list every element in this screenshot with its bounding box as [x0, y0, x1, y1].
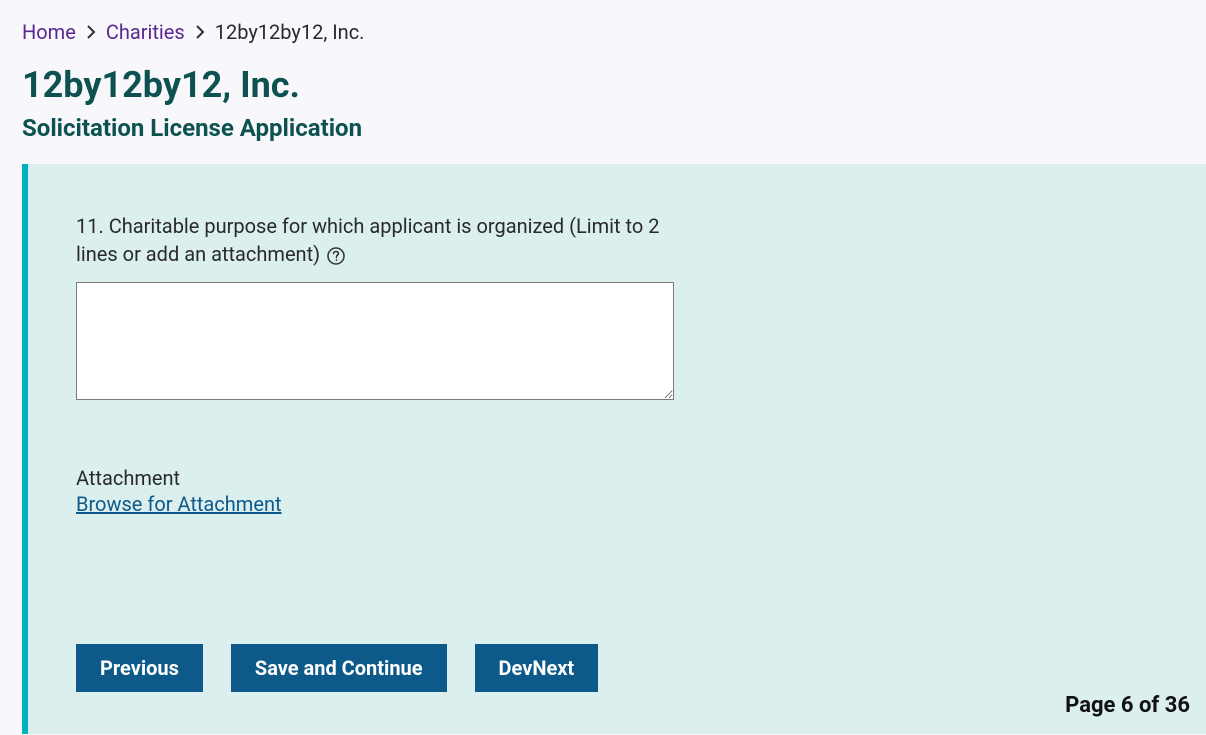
- page-header: 12by12by12, Inc. Solicitation License Ap…: [0, 52, 1206, 164]
- breadcrumb-charities[interactable]: Charities: [106, 20, 185, 44]
- button-row: Previous Save and Continue DevNext: [76, 644, 1158, 692]
- page-subtitle: Solicitation License Application: [22, 114, 1184, 142]
- attachment-section: Attachment Browse for Attachment: [76, 466, 1158, 516]
- save-continue-button[interactable]: Save and Continue: [231, 644, 447, 692]
- breadcrumb-home[interactable]: Home: [22, 20, 76, 44]
- page-indicator: Page 6 of 36: [1065, 693, 1190, 718]
- attachment-label: Attachment: [76, 466, 1158, 490]
- devnext-button[interactable]: DevNext: [475, 644, 599, 692]
- breadcrumb-current: 12by12by12, Inc.: [215, 20, 365, 44]
- chevron-right-icon: [195, 25, 205, 39]
- chevron-right-icon: [86, 25, 96, 39]
- breadcrumb: Home Charities 12by12by12, Inc.: [0, 0, 1206, 52]
- previous-button[interactable]: Previous: [76, 644, 203, 692]
- form-panel: 11. Charitable purpose for which applica…: [22, 164, 1206, 734]
- browse-attachment-link[interactable]: Browse for Attachment: [76, 492, 282, 516]
- help-icon[interactable]: [327, 247, 345, 265]
- charitable-purpose-textarea[interactable]: [76, 282, 674, 400]
- page-title: 12by12by12, Inc.: [22, 64, 1184, 106]
- question-text: 11. Charitable purpose for which applica…: [76, 214, 659, 266]
- question-label: 11. Charitable purpose for which applica…: [76, 212, 666, 268]
